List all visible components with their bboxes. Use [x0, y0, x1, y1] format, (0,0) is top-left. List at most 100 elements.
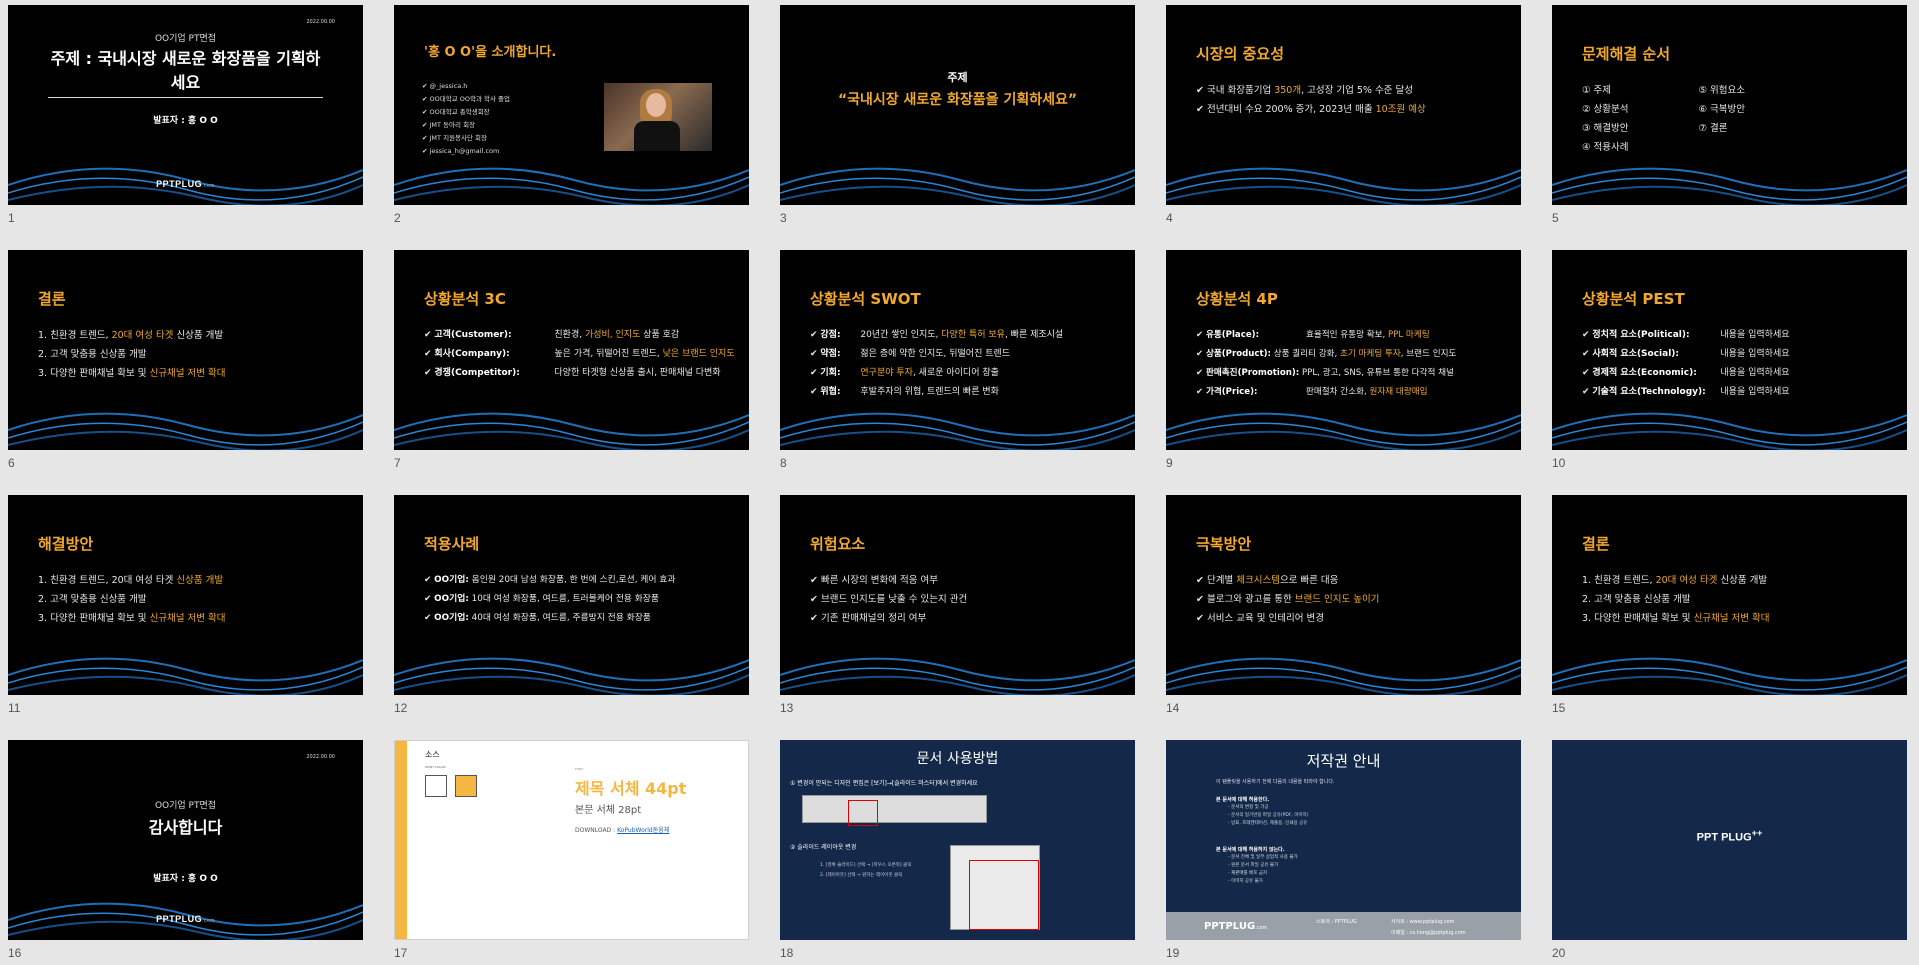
slide-10[interactable]: 상황분석 PEST ✔ 정치적 요소(Political): 내용을 입력하세요 …	[1552, 250, 1907, 450]
bullet-list: ✔ 국내 화장품기업 350개, 고성장 기업 5% 수준 달성 ✔ 전년대비 …	[1196, 85, 1426, 115]
intro-text: 이 템플릿을 사용하기 전에 다음의 내용을 따라야 합니다.	[1216, 779, 1335, 785]
case-list: ✔ OO기업: 옴인원 20대 남성 화장품, 한 번에 스킨,로션, 케어 효…	[424, 575, 676, 623]
step-2-sub-2: 2. [레이아웃] 선택 → 원하는 레이아웃 클릭	[820, 873, 903, 878]
slide-number: 12	[394, 701, 408, 715]
slide-thumbnail-18[interactable]: 문서 사용방법 ① 변경이 안되는 디자인 편집은 [보기]→[슬라이드 마스터…	[780, 740, 1135, 960]
slide-20[interactable]: PPT PLUG++	[1552, 740, 1907, 940]
subtitle: OO기업 PT면접	[154, 801, 217, 811]
slide-number: 1	[8, 211, 15, 225]
slide-9[interactable]: 상황분석 4P ✔ 유통(Place): 효율적인 유통망 확보, PPL 마케팅…	[1166, 250, 1521, 450]
title: 상황분석 3C	[424, 290, 506, 308]
slide-12[interactable]: 적용사례 ✔ OO기업: 옴인원 20대 남성 화장품, 한 번에 스킨,로션,…	[394, 495, 749, 695]
waves-decoration	[8, 902, 363, 940]
layout-screenshot	[950, 845, 1040, 930]
slide-thumbnail-3[interactable]: 주제 “국내시장 새로운 화장품을 기획하세요” 3	[780, 5, 1135, 225]
slide-1[interactable]: 2022.00.00 OO기업 PT면접 주제 : 국내시장 새로운 화장품을 …	[8, 5, 363, 205]
step-1: ① 변경이 안되는 디자인 편집은 [보기]→[슬라이드 마스터]에서 변경하세…	[790, 780, 978, 787]
title: 결론	[1582, 535, 1610, 553]
subtitle: “국내시장 새로운 화장품을 기획하세요”	[837, 92, 1078, 108]
slide-number: 19	[1166, 946, 1180, 960]
title: 문서 사용방법	[916, 751, 999, 767]
slide-thumbnail-7[interactable]: 상황분석 3C ✔ 고객(Customer): 친환경, 가성비, 인지도 상품 …	[394, 250, 749, 470]
slide-thumbnail-17[interactable]: 소스 POINT COLOR FONT 제목 서체 44pt 본문 서체 28p…	[394, 740, 749, 960]
slide-16[interactable]: 2022.00.00 OO기업 PT면접 감사합니다 발표자 : 홍 O O P…	[8, 740, 363, 940]
slide-4[interactable]: 시장의 중요성 ✔ 국내 화장품기업 350개, 고성장 기업 5% 수준 달성…	[1166, 5, 1521, 205]
slide-number: 20	[1552, 946, 1566, 960]
slide-thumbnail-9[interactable]: 상황분석 4P ✔ 유통(Place): 효율적인 유통망 확보, PPL 마케팅…	[1166, 250, 1521, 470]
slide-thumbnail-15[interactable]: 결론 1. 친환경 트렌드, 20대 여성 타겟 신상품 개발 2. 고객 맞춤…	[1552, 495, 1907, 715]
subtitle: OO기업 PT면접	[154, 34, 217, 44]
footer-bar: PPTPLUG.com 스토어 : PPTPLUG 사이트 : www.pptp…	[1166, 912, 1521, 940]
waves-decoration	[1166, 167, 1521, 205]
profile-photo	[604, 83, 712, 151]
waves-decoration	[1166, 412, 1521, 450]
slide-thumbnail-14[interactable]: 극복방안 ✔ 단계별 체크시스템으로 빠른 대응 ✔ 블로그와 광고를 통한 브…	[1166, 495, 1521, 715]
waves-decoration	[8, 167, 363, 205]
body-font-sample: 본문 서체 28pt	[575, 805, 642, 816]
slide-6[interactable]: 결론 1. 친환경 트렌드, 20대 여성 타겟 신상품 개발 2. 고객 맞춤…	[8, 250, 363, 450]
site-text: 사이트 : www.pptplug.com	[1391, 919, 1455, 925]
slide-19[interactable]: 저작권 안내 이 템플릿을 사용하기 전에 다음의 내용을 따라야 합니다. 본…	[1166, 740, 1521, 940]
slide-11[interactable]: 해결방안 1. 친환경 트렌드, 20대 여성 타겟 신상품 개발 2. 고객 …	[8, 495, 363, 695]
waves-decoration	[780, 412, 1135, 450]
slide-number: 16	[8, 946, 22, 960]
accent-bar	[395, 741, 407, 939]
slide-13[interactable]: 위험요소 ✔ 빠른 시장의 변화에 적응 여부 ✔ 브랜드 인지도를 낮출 수 …	[780, 495, 1135, 695]
slide-number: 5	[1552, 211, 1559, 225]
slide-number: 13	[780, 701, 794, 715]
slide-15[interactable]: 결론 1. 친환경 트렌드, 20대 여성 타겟 신상품 개발 2. 고객 맞춤…	[1552, 495, 1907, 695]
title: '홍 O O'을 소개합니다.	[424, 45, 557, 60]
numbered-list: 1. 친환경 트렌드, 20대 여성 타겟 신상품 개발 2. 고객 맞춤용 신…	[1582, 575, 1770, 624]
title: 결론	[38, 290, 66, 308]
slide-thumbnail-6[interactable]: 결론 1. 친환경 트렌드, 20대 여성 타겟 신상품 개발 2. 고객 맞춤…	[8, 250, 363, 470]
title: 시장의 중요성	[1196, 45, 1285, 63]
title: 주제 : 국내시장 새로운 화장품을 기획하세요	[48, 45, 323, 98]
slide-number: 17	[394, 946, 408, 960]
title: 적용사례	[424, 535, 480, 553]
slide-thumbnail-13[interactable]: 위험요소 ✔ 빠른 시장의 변화에 적응 여부 ✔ 브랜드 인지도를 낮출 수 …	[780, 495, 1135, 715]
waves-decoration	[780, 657, 1135, 695]
slide-thumbnail-4[interactable]: 시장의 중요성 ✔ 국내 화장품기업 350개, 고성장 기업 5% 수준 달성…	[1166, 5, 1521, 225]
slide-thumbnail-16[interactable]: 2022.00.00 OO기업 PT면접 감사합니다 발표자 : 홍 O O P…	[8, 740, 363, 960]
point-color-label: POINT COLOR	[425, 765, 446, 769]
slide-7[interactable]: 상황분석 3C ✔ 고객(Customer): 친환경, 가성비, 인지도 상품 …	[394, 250, 749, 450]
disallowed-heading: 본 문서에 대해 허용하지 않는다.	[1216, 847, 1285, 853]
waves-decoration	[1552, 657, 1907, 695]
title: 상황분석 4P	[1196, 290, 1278, 308]
waves-decoration	[8, 412, 363, 450]
slide-thumbnail-5[interactable]: 문제해결 순서 ① 주제 ② 상황분석 ③ 해결방안 ④ 적용사례 ⑤ 위험요소 ⑥ 극…	[1552, 5, 1907, 225]
slide-18[interactable]: 문서 사용방법 ① 변경이 안되는 디자인 편집은 [보기]→[슬라이드 마스터…	[780, 740, 1135, 940]
slide-14[interactable]: 극복방안 ✔ 단계별 체크시스템으로 빠른 대응 ✔ 블로그와 광고를 통한 브…	[1166, 495, 1521, 695]
font-download-link[interactable]: KoPubWorld돋움체	[617, 827, 669, 834]
slide-thumbnail-8[interactable]: 상황분석 SWOT ✔ 강점: 20년간 쌓인 인지도, 다양한 특허 보유, 빠…	[780, 250, 1135, 470]
numbered-list: 1. 친환경 트렌드, 20대 여성 타겟 신상품 개발 2. 고객 맞춤용 신…	[38, 575, 226, 624]
waves-decoration	[394, 412, 749, 450]
title: 위험요소	[810, 535, 866, 553]
slide-3[interactable]: 주제 “국내시장 새로운 화장품을 기획하세요”	[780, 5, 1135, 205]
slide-17[interactable]: 소스 POINT COLOR FONT 제목 서체 44pt 본문 서체 28p…	[394, 740, 749, 940]
slide-thumbnail-19[interactable]: 저작권 안내 이 템플릿을 사용하기 전에 다음의 내용을 따라야 합니다. 본…	[1166, 740, 1521, 960]
slide-thumbnail-10[interactable]: 상황분석 PEST ✔ 정치적 요소(Political): 내용을 입력하세요 …	[1552, 250, 1907, 470]
slide-number: 3	[780, 211, 787, 225]
pptplug-logo: PPTPLUG.com	[156, 179, 215, 189]
waves-decoration	[8, 657, 363, 695]
slide-5[interactable]: 문제해결 순서 ① 주제 ② 상황분석 ③ 해결방안 ④ 적용사례 ⑤ 위험요소 ⑥ 극…	[1552, 5, 1907, 205]
slide-thumbnail-12[interactable]: 적용사례 ✔ OO기업: 옴인원 20대 남성 화장품, 한 번에 스킨,로션,…	[394, 495, 749, 715]
slide-number: 18	[780, 946, 794, 960]
slide-8[interactable]: 상황분석 SWOT ✔ 강점: 20년간 쌓인 인지도, 다양한 특허 보유, 빠…	[780, 250, 1135, 450]
analysis-list: ✔ 고객(Customer): 친환경, 가성비, 인지도 상품 호감 ✔ 회사(…	[424, 330, 735, 378]
slide-number: 15	[1552, 701, 1566, 715]
slide-2[interactable]: '홍 O O'을 소개합니다. ✔ @_jessica.h ✔ OO대학교 OO…	[394, 5, 749, 205]
ppt-plug-logo: PPT PLUG++	[1696, 828, 1763, 844]
slide-thumbnail-1[interactable]: 2022.00.00 OO기업 PT면접 주제 : 국내시장 새로운 화장품을 …	[8, 5, 363, 225]
presenter: 발표자 : 홍 O O	[153, 116, 218, 126]
slide-thumbnail-2[interactable]: '홍 O O'을 소개합니다. ✔ @_jessica.h ✔ OO대학교 OO…	[394, 5, 749, 225]
pptplug-logo: PPTPLUG.com	[1204, 921, 1268, 932]
slide-sorter-grid: 2022.00.00 OO기업 PT면접 주제 : 국내시장 새로운 화장품을 …	[0, 0, 1919, 965]
date-text: 2022.00.00	[306, 19, 335, 25]
slide-number: 7	[394, 456, 401, 470]
slide-thumbnail-20[interactable]: PPT PLUG++ 20	[1552, 740, 1907, 960]
email-text: 이메일 : cs.hong@pptplug.com	[1391, 930, 1466, 936]
slide-thumbnail-11[interactable]: 해결방안 1. 친환경 트렌드, 20대 여성 타겟 신상품 개발 2. 고객 …	[8, 495, 363, 715]
source-label: 소스	[425, 750, 440, 759]
